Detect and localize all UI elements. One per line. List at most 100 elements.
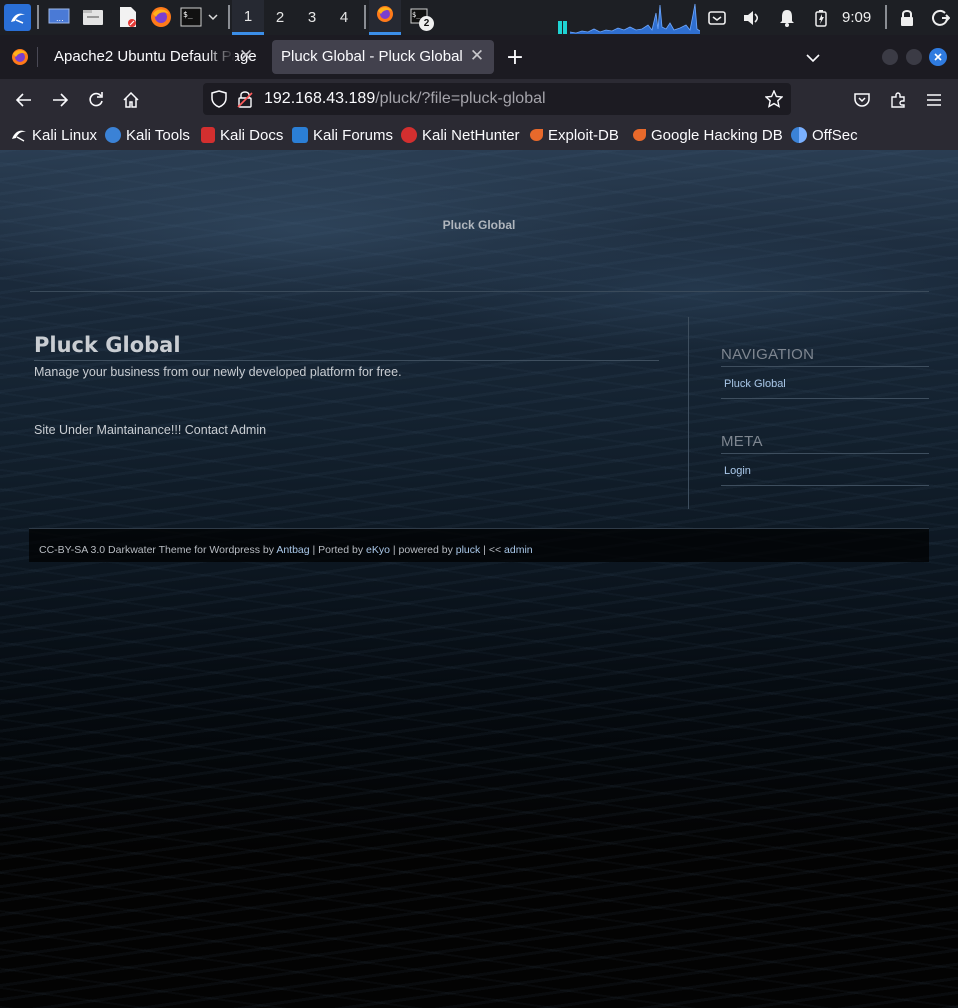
kali-tools-icon xyxy=(105,127,121,143)
taskbar-separator xyxy=(228,5,230,29)
page-footer: CC-BY-SA 3.0 Darkwater Theme for Wordpre… xyxy=(29,528,929,562)
taskbar: ... $_ 1 2 3 4 $_ 2 9:09 xyxy=(0,0,958,35)
firefox-icon[interactable] xyxy=(149,5,173,29)
terminal-window-badge: 2 xyxy=(419,16,434,31)
footer-text: | << xyxy=(480,544,505,556)
sidebar-navigation-list: Pluck Global xyxy=(721,367,929,399)
offsec-icon xyxy=(791,127,807,143)
close-window-button[interactable] xyxy=(929,48,947,66)
firefox-view-icon[interactable] xyxy=(11,48,29,70)
maximize-window-button[interactable] xyxy=(906,49,922,65)
bookmark-label: Google Hacking DB xyxy=(651,126,783,144)
kali-menu-icon[interactable] xyxy=(4,4,31,31)
page-subtitle: Manage your business from our newly deve… xyxy=(34,365,402,379)
notification-bell-icon[interactable] xyxy=(776,7,798,29)
tab-title: Pluck Global - Pluck Global xyxy=(281,48,463,65)
bookmark-label: Kali Linux xyxy=(32,126,98,144)
tab-apache-default[interactable]: Apache2 Ubuntu Default Page ✕ xyxy=(45,40,263,74)
hamburger-menu-icon[interactable] xyxy=(921,87,947,113)
bookmark-kali-tools[interactable]: Kali Tools xyxy=(105,126,190,144)
svg-text:$_: $_ xyxy=(183,10,193,19)
terminal-window-button[interactable]: $_ 2 xyxy=(403,0,435,35)
bookmark-kali-linux[interactable]: Kali Linux xyxy=(11,126,97,144)
taskbar-separator xyxy=(37,5,39,29)
tab-title-fade xyxy=(205,40,235,74)
ghdb-icon xyxy=(633,129,646,141)
tracking-protection-shield-icon[interactable] xyxy=(211,90,227,112)
sidebar-meta-title: META xyxy=(721,433,929,454)
workspace-1[interactable]: 1 xyxy=(232,0,264,35)
pocket-icon[interactable] xyxy=(849,87,875,113)
bookmark-label: Kali Docs xyxy=(220,126,284,144)
firefox-window-button[interactable] xyxy=(369,0,401,35)
bookmark-kali-forums[interactable]: Kali Forums xyxy=(292,126,393,144)
footer-link-antbag[interactable]: Antbag xyxy=(276,544,309,556)
url-bar[interactable]: 192.168.43.189/pluck/?file=pluck-global xyxy=(203,83,791,115)
text-editor-icon[interactable] xyxy=(116,5,140,29)
lock-icon[interactable] xyxy=(896,7,918,29)
home-button[interactable] xyxy=(118,87,144,113)
insecure-lock-icon[interactable] xyxy=(237,90,253,112)
web-page: Pluck Global Pluck Global Manage your bu… xyxy=(0,150,958,1008)
footer-link-ekyo[interactable]: eKyo xyxy=(366,544,390,556)
bookmark-label: Kali NetHunter xyxy=(422,126,520,144)
nethunter-icon xyxy=(401,127,417,143)
workspace-4[interactable]: 4 xyxy=(328,0,360,35)
sidebar-link-pluck-global[interactable]: Pluck Global xyxy=(724,378,786,390)
terminal-icon[interactable]: $_ xyxy=(179,5,203,29)
svg-text:$_: $_ xyxy=(412,11,421,19)
footer-text: CC-BY-SA 3.0 Darkwater Theme for Wordpre… xyxy=(39,544,277,556)
bookmark-label: Kali Forums xyxy=(313,126,394,144)
sidebar-navigation-title: NAVIGATION xyxy=(721,346,929,367)
bookmark-exploit-db[interactable]: Exploit-DB xyxy=(530,126,619,144)
footer-link-admin[interactable]: admin xyxy=(504,544,533,556)
url-path: /pluck/?file=pluck-global xyxy=(375,90,546,107)
battery-icon xyxy=(810,7,832,29)
bookmark-label: Exploit-DB xyxy=(548,126,619,144)
header-divider xyxy=(30,291,929,292)
exploit-db-icon xyxy=(530,129,543,141)
bookmark-star-icon[interactable] xyxy=(764,89,784,112)
list-all-tabs-icon[interactable] xyxy=(806,48,826,66)
bookmarks-toolbar: Kali Linux Kali Tools Kali Docs Kali For… xyxy=(0,120,958,150)
close-tab-icon[interactable]: ✕ xyxy=(466,45,488,67)
tab-pluck-global[interactable]: Pluck Global - Pluck Global ✕ xyxy=(272,40,494,74)
new-tab-button[interactable]: + xyxy=(504,43,526,71)
footer-text: | powered by xyxy=(389,544,456,556)
forward-button[interactable] xyxy=(47,87,73,113)
close-tab-icon[interactable]: ✕ xyxy=(235,45,257,67)
page-title: Pluck Global xyxy=(34,330,659,361)
column-divider xyxy=(688,317,689,509)
taskbar-separator xyxy=(364,5,366,29)
url-text[interactable]: 192.168.43.189/pluck/?file=pluck-global xyxy=(264,90,546,108)
taskbar-separator xyxy=(885,5,887,29)
clock: 9:09 xyxy=(842,9,872,26)
minimize-window-button[interactable] xyxy=(882,49,898,65)
bookmark-label: OffSec xyxy=(812,126,858,144)
volume-icon[interactable] xyxy=(741,7,763,29)
file-manager-icon[interactable] xyxy=(81,5,105,29)
firefox-window-icon xyxy=(376,5,394,27)
bookmark-label: Kali Tools xyxy=(126,126,190,144)
back-button[interactable] xyxy=(11,87,37,113)
page-body-text: Site Under Maintainance!!! Contact Admin xyxy=(34,423,267,437)
reload-button[interactable] xyxy=(83,87,109,113)
bookmark-google-hacking-db[interactable]: Google Hacking DB xyxy=(633,126,783,144)
site-header-title[interactable]: Pluck Global xyxy=(0,218,958,232)
workspace-3[interactable]: 3 xyxy=(296,0,328,35)
chevron-down-icon[interactable] xyxy=(205,5,221,29)
sidebar: NAVIGATION Pluck Global META Login xyxy=(721,346,929,486)
bookmark-kali-docs[interactable]: Kali Docs xyxy=(201,126,283,144)
bookmark-offsec[interactable]: OffSec xyxy=(791,126,858,144)
bookmark-kali-nethunter[interactable]: Kali NetHunter xyxy=(401,126,520,144)
extensions-icon[interactable] xyxy=(885,87,911,113)
network-icon[interactable] xyxy=(706,7,728,29)
sidebar-link-login[interactable]: Login xyxy=(724,465,751,477)
footer-link-pluck[interactable]: pluck xyxy=(456,544,481,556)
power-icon[interactable] xyxy=(930,7,952,29)
cpu-graph xyxy=(558,3,700,34)
main-content: Pluck Global Manage your business from o… xyxy=(34,330,659,437)
show-desktop-icon[interactable]: ... xyxy=(47,5,71,29)
workspace-2[interactable]: 2 xyxy=(264,0,296,35)
svg-text:...: ... xyxy=(56,14,64,23)
